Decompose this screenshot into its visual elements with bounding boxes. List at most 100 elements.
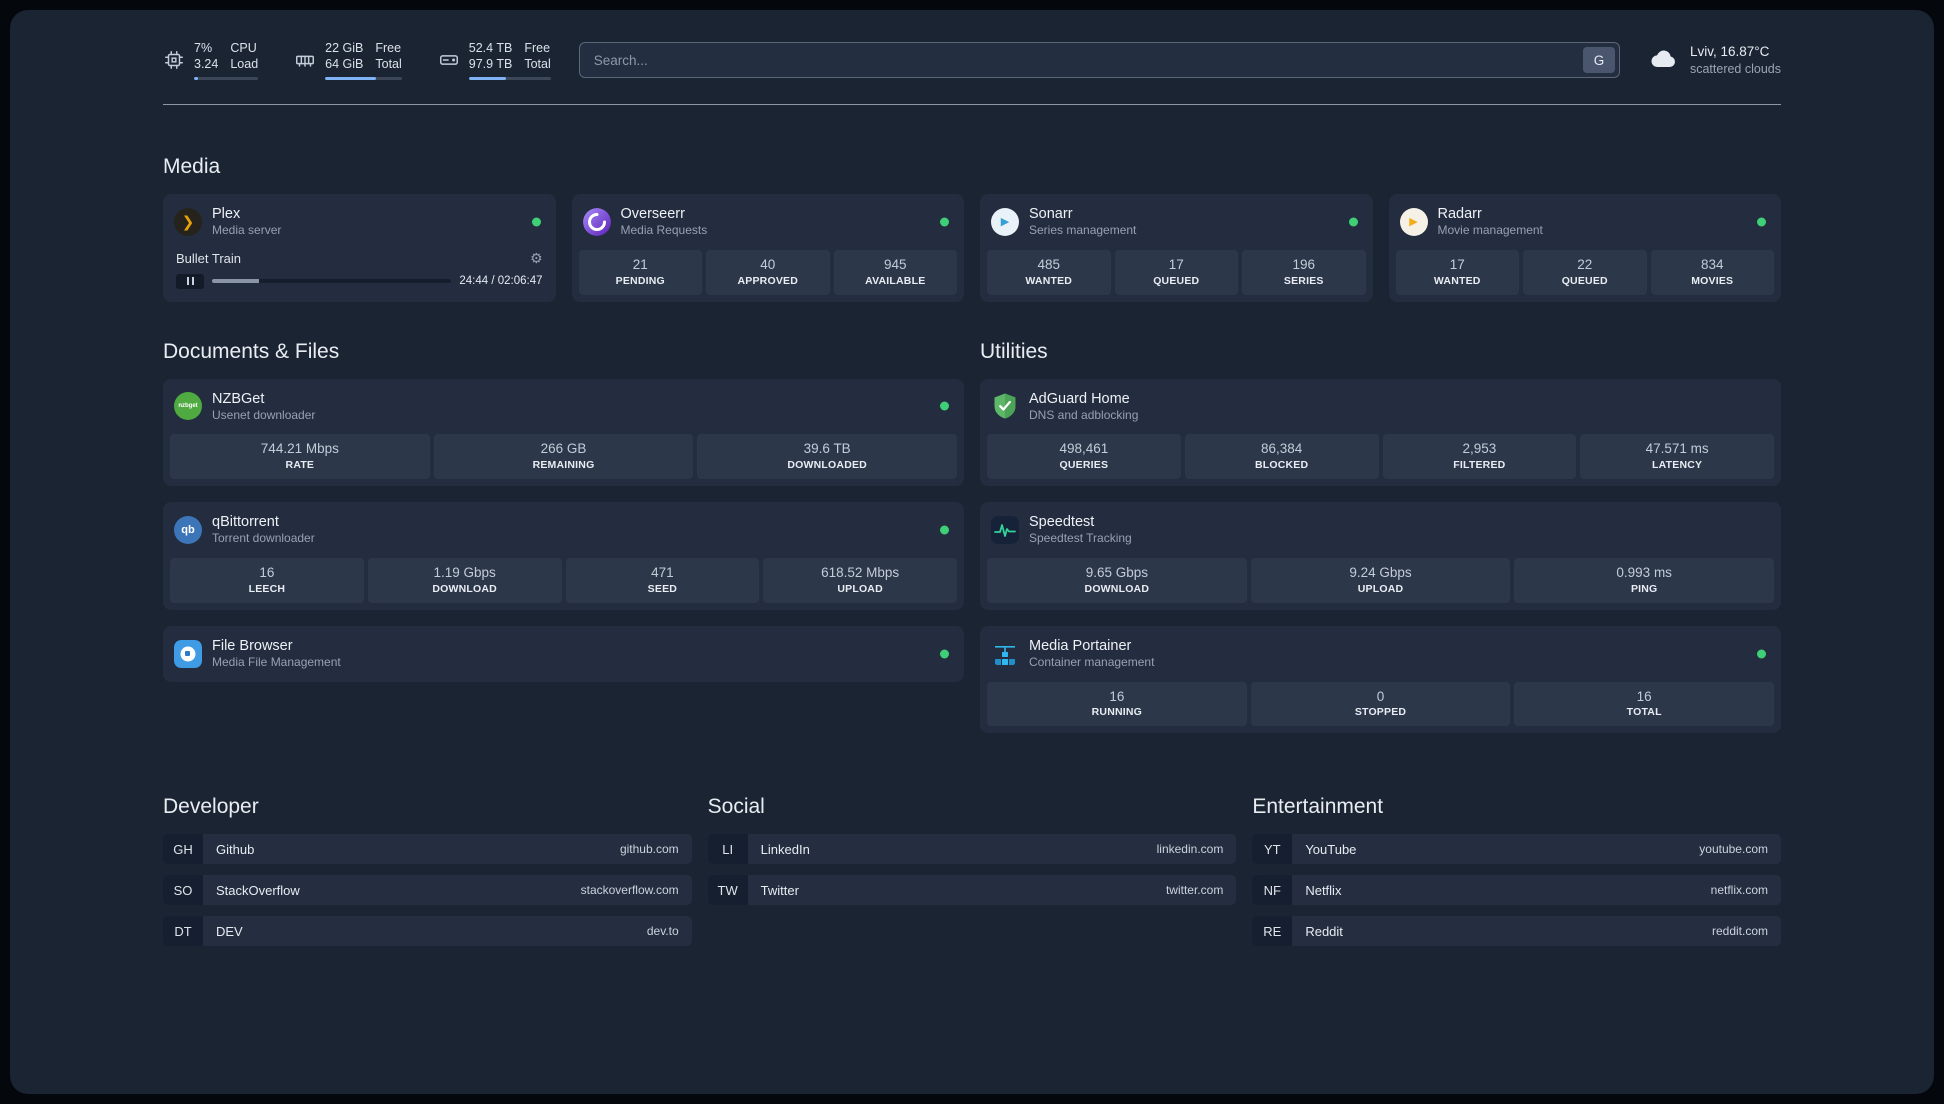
plex-meta: Plex Media server bbox=[212, 205, 281, 239]
radarr-meta: Radarr Movie management bbox=[1438, 205, 1543, 239]
stat-tile: 744.21 Mbps RATE bbox=[170, 434, 430, 480]
bookmark-stackoverflow[interactable]: SO StackOverflow stackoverflow.com bbox=[163, 875, 692, 906]
bookmark-reddit[interactable]: RE Reddit reddit.com bbox=[1252, 916, 1781, 947]
service-name: NZBGet bbox=[212, 390, 265, 407]
stat-tile: 498,461 QUERIES bbox=[987, 434, 1181, 480]
status-dot bbox=[1757, 217, 1766, 227]
bookmark-name: YouTube bbox=[1305, 841, 1357, 857]
service-desc: Media server bbox=[212, 223, 282, 238]
filebrowser-meta: File Browser Media File Management bbox=[212, 637, 341, 671]
disk-free-value: 52.4 TB bbox=[468, 41, 513, 55]
service-card-qbittorrent[interactable]: qb qBittorrent Torrent downloader 16 LEEC… bbox=[163, 502, 964, 610]
status-dot bbox=[940, 649, 949, 659]
stat-tile: 945 AVAILABLE bbox=[833, 249, 957, 295]
stat-tile: 196 SERIES bbox=[1242, 249, 1366, 295]
service-card-radarr[interactable]: ▶ Radarr Movie management 17 WANTED 22 QUE… bbox=[1388, 194, 1781, 302]
service-card-portainer[interactable]: Media Portainer Container management 16 R… bbox=[980, 625, 1781, 734]
nzbget-stats: 744.21 Mbps RATE 266 GB REMAINING 39.6 TB D… bbox=[170, 434, 958, 480]
status-dot bbox=[940, 525, 949, 535]
bookmark-url: youtube.com bbox=[1699, 842, 1768, 857]
bookmark-netflix[interactable]: NF Netflix netflix.com bbox=[1252, 875, 1781, 906]
qbittorrent-icon: qb bbox=[174, 516, 202, 545]
stat-tile: 47.571 ms LATENCY bbox=[1580, 434, 1774, 480]
service-card-filebrowser[interactable]: File Browser Media File Management bbox=[163, 625, 964, 682]
stat-value: 196 bbox=[1292, 256, 1316, 272]
stat-label: SERIES bbox=[1283, 274, 1324, 287]
stat-tile: 9.65 Gbps DOWNLOAD bbox=[987, 557, 1247, 603]
stat-label: MOVIES bbox=[1691, 274, 1734, 287]
stat-value: 17 bbox=[1168, 256, 1184, 272]
documents-column: Documents & Files nzbget NZBGet Usenet d… bbox=[163, 340, 964, 682]
stat-label: REMAINING bbox=[532, 459, 595, 472]
plex-icon: ❯ bbox=[174, 207, 202, 236]
top-bar: 7% 3.24 CPU Load 22 GiB 64 GiB Free Tota… bbox=[163, 40, 1781, 80]
service-desc: Series management bbox=[1029, 223, 1137, 238]
stat-label: PENDING bbox=[615, 274, 665, 287]
nzbget-header: nzbget NZBGet Usenet downloader bbox=[170, 386, 957, 428]
cpu-progress-bar bbox=[194, 77, 259, 80]
bookmark-name: DEV bbox=[216, 923, 243, 939]
service-desc: Media File Management bbox=[212, 654, 341, 669]
weather-condition: scattered clouds bbox=[1689, 61, 1781, 76]
stat-value: 17 bbox=[1449, 256, 1465, 272]
cloud-icon bbox=[1651, 50, 1675, 67]
gear-icon[interactable]: ⚙ bbox=[530, 251, 543, 265]
stat-label: QUERIES bbox=[1059, 459, 1109, 472]
stat-value: 945 bbox=[883, 256, 907, 272]
nzbget-icon: nzbget bbox=[174, 392, 202, 421]
stat-value: 618.52 Mbps bbox=[821, 564, 900, 580]
memory-total-label: Total bbox=[375, 57, 402, 71]
sonarr-stats: 485 WANTED 17 QUEUED 196 SERIES bbox=[987, 249, 1366, 295]
stat-tile: 16 TOTAL bbox=[1514, 681, 1775, 727]
bookmark-url: reddit.com bbox=[1711, 924, 1768, 939]
bookmark-url: github.com bbox=[619, 842, 679, 857]
service-card-nzbget[interactable]: nzbget NZBGet Usenet downloader 744.21 M… bbox=[163, 378, 964, 487]
service-card-speedtest[interactable]: Speedtest Speedtest Tracking 9.65 Gbps DO… bbox=[980, 502, 1781, 610]
bookmark-linkedin[interactable]: LI LinkedIn linkedin.com bbox=[707, 834, 1237, 865]
speedtest-stats: 9.65 Gbps DOWNLOAD 9.24 Gbps UPLOAD 0.993 … bbox=[987, 557, 1775, 603]
search-provider-button[interactable]: G bbox=[1582, 47, 1615, 73]
bookmark-github[interactable]: GH Github github.com bbox=[163, 834, 692, 865]
radarr-icon: ▶ bbox=[1399, 207, 1428, 236]
bookmark-url: linkedin.com bbox=[1156, 842, 1224, 857]
stat-label: RATE bbox=[285, 459, 315, 472]
search-input[interactable] bbox=[578, 42, 1620, 78]
stat-tile: 2,953 FILTERED bbox=[1382, 434, 1577, 480]
pause-button[interactable] bbox=[176, 273, 204, 289]
bookmark-dev[interactable]: DT DEV dev.to bbox=[163, 916, 692, 947]
bookmark-abbr: NF bbox=[1252, 875, 1293, 906]
stat-label: DOWNLOADED bbox=[787, 459, 867, 472]
stat-tile: 485 WANTED bbox=[987, 249, 1111, 295]
portainer-stats: 16 RUNNING 0 STOPPED 16 TOTAL bbox=[987, 681, 1775, 727]
bookmark-youtube[interactable]: YT YouTube youtube.com bbox=[1252, 834, 1781, 865]
stat-value: 21 bbox=[632, 256, 648, 272]
bookmark-twitter[interactable]: TW Twitter twitter.com bbox=[707, 875, 1237, 906]
disk-progress-fill bbox=[468, 77, 507, 80]
stat-tile: 618.52 Mbps UPLOAD bbox=[763, 557, 957, 603]
service-card-overseerr[interactable]: Overseerr Media Requests 21 PENDING 40 APP… bbox=[571, 194, 964, 302]
service-card-sonarr[interactable]: ▶ Sonarr Series management 485 WANTED 17 Q… bbox=[980, 194, 1373, 302]
section-title-developer: Developer bbox=[163, 795, 259, 819]
portainer-icon bbox=[991, 640, 1019, 668]
service-desc: Container management bbox=[1029, 654, 1155, 669]
now-playing-title: Bullet Train bbox=[176, 250, 242, 266]
service-name: Sonarr bbox=[1029, 206, 1073, 222]
stat-label: LEECH bbox=[248, 582, 286, 595]
stat-label: LATENCY bbox=[1652, 459, 1703, 472]
sonarr-meta: Sonarr Series management bbox=[1029, 205, 1136, 239]
stat-value: 744.21 Mbps bbox=[260, 441, 339, 457]
bookmark-abbr: DT bbox=[163, 916, 203, 947]
service-card-adguard[interactable]: AdGuard Home DNS and adblocking 498,461 Q… bbox=[980, 378, 1781, 487]
weather-location: Lviv, 16.87°C bbox=[1689, 44, 1770, 60]
stat-value: 40 bbox=[760, 256, 776, 272]
service-card-plex[interactable]: ❯ Plex Media server Bullet Train ⚙ 24:44… bbox=[163, 194, 556, 302]
playback-progress-bar[interactable] bbox=[212, 279, 452, 284]
social-column: Social LI LinkedIn linkedin.com TW Twitt… bbox=[707, 795, 1237, 916]
utilities-column: Utilities AdGuard Home DNS and adblockin… bbox=[980, 340, 1781, 734]
stat-label: WANTED bbox=[1433, 274, 1481, 287]
memory-widget: 22 GiB 64 GiB Free Total bbox=[294, 40, 402, 80]
stat-value: 47.571 ms bbox=[1645, 441, 1709, 457]
overseerr-header: Overseerr Media Requests bbox=[579, 201, 958, 243]
status-dot bbox=[1757, 649, 1766, 659]
stat-label: FILTERED bbox=[1453, 459, 1506, 472]
